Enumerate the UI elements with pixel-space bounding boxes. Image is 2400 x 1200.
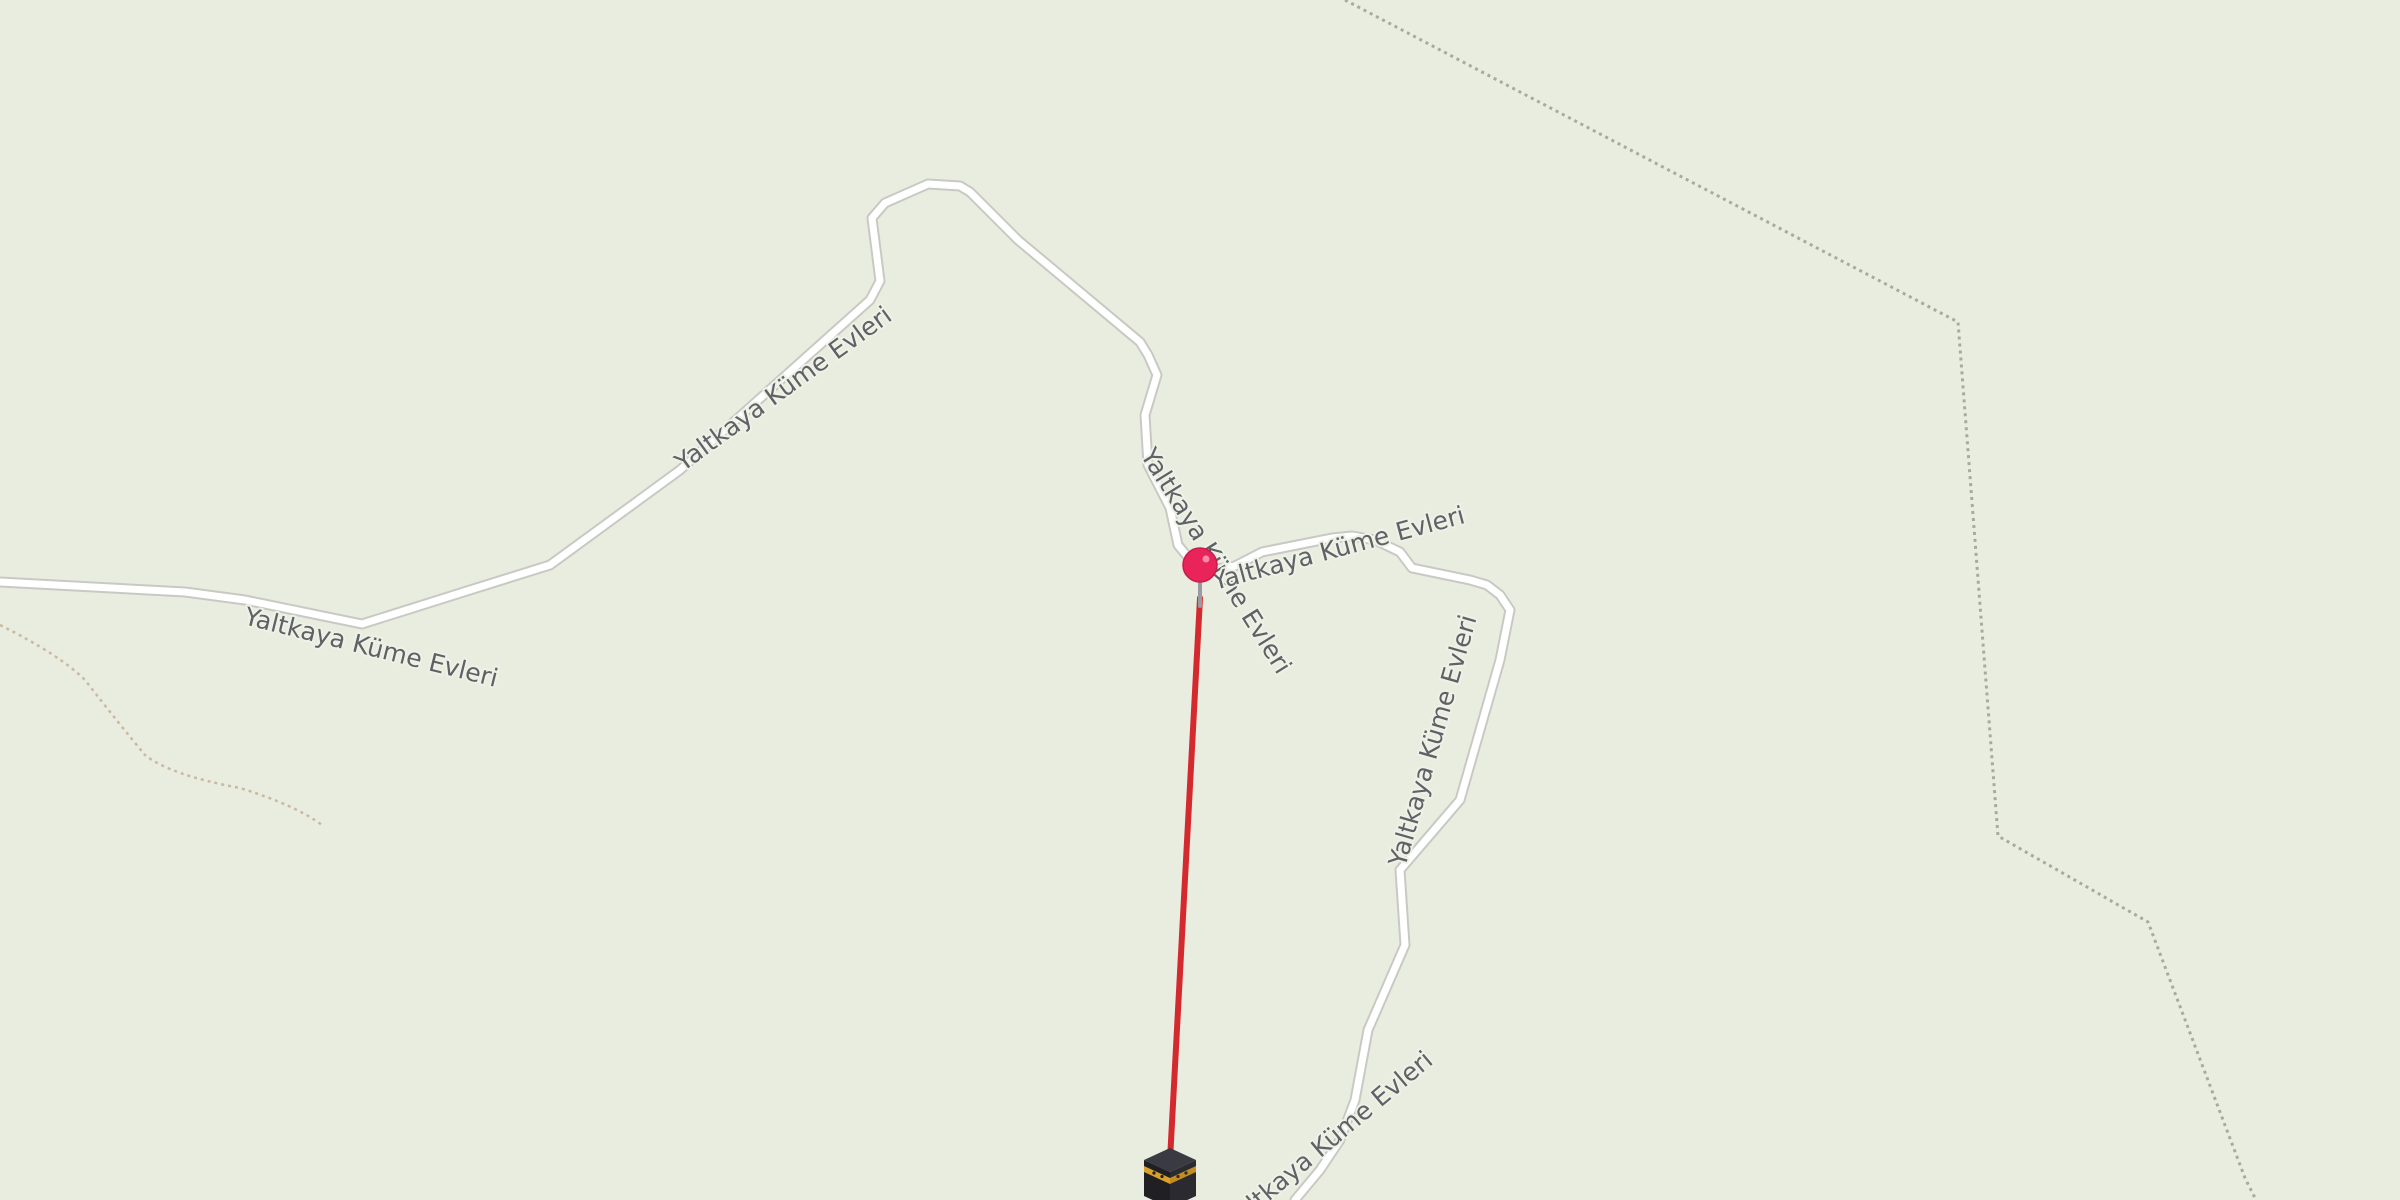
map-canvas[interactable]: Yaltkaya Küme Evleri Yaltkaya Küme Evler… — [0, 0, 2400, 1200]
